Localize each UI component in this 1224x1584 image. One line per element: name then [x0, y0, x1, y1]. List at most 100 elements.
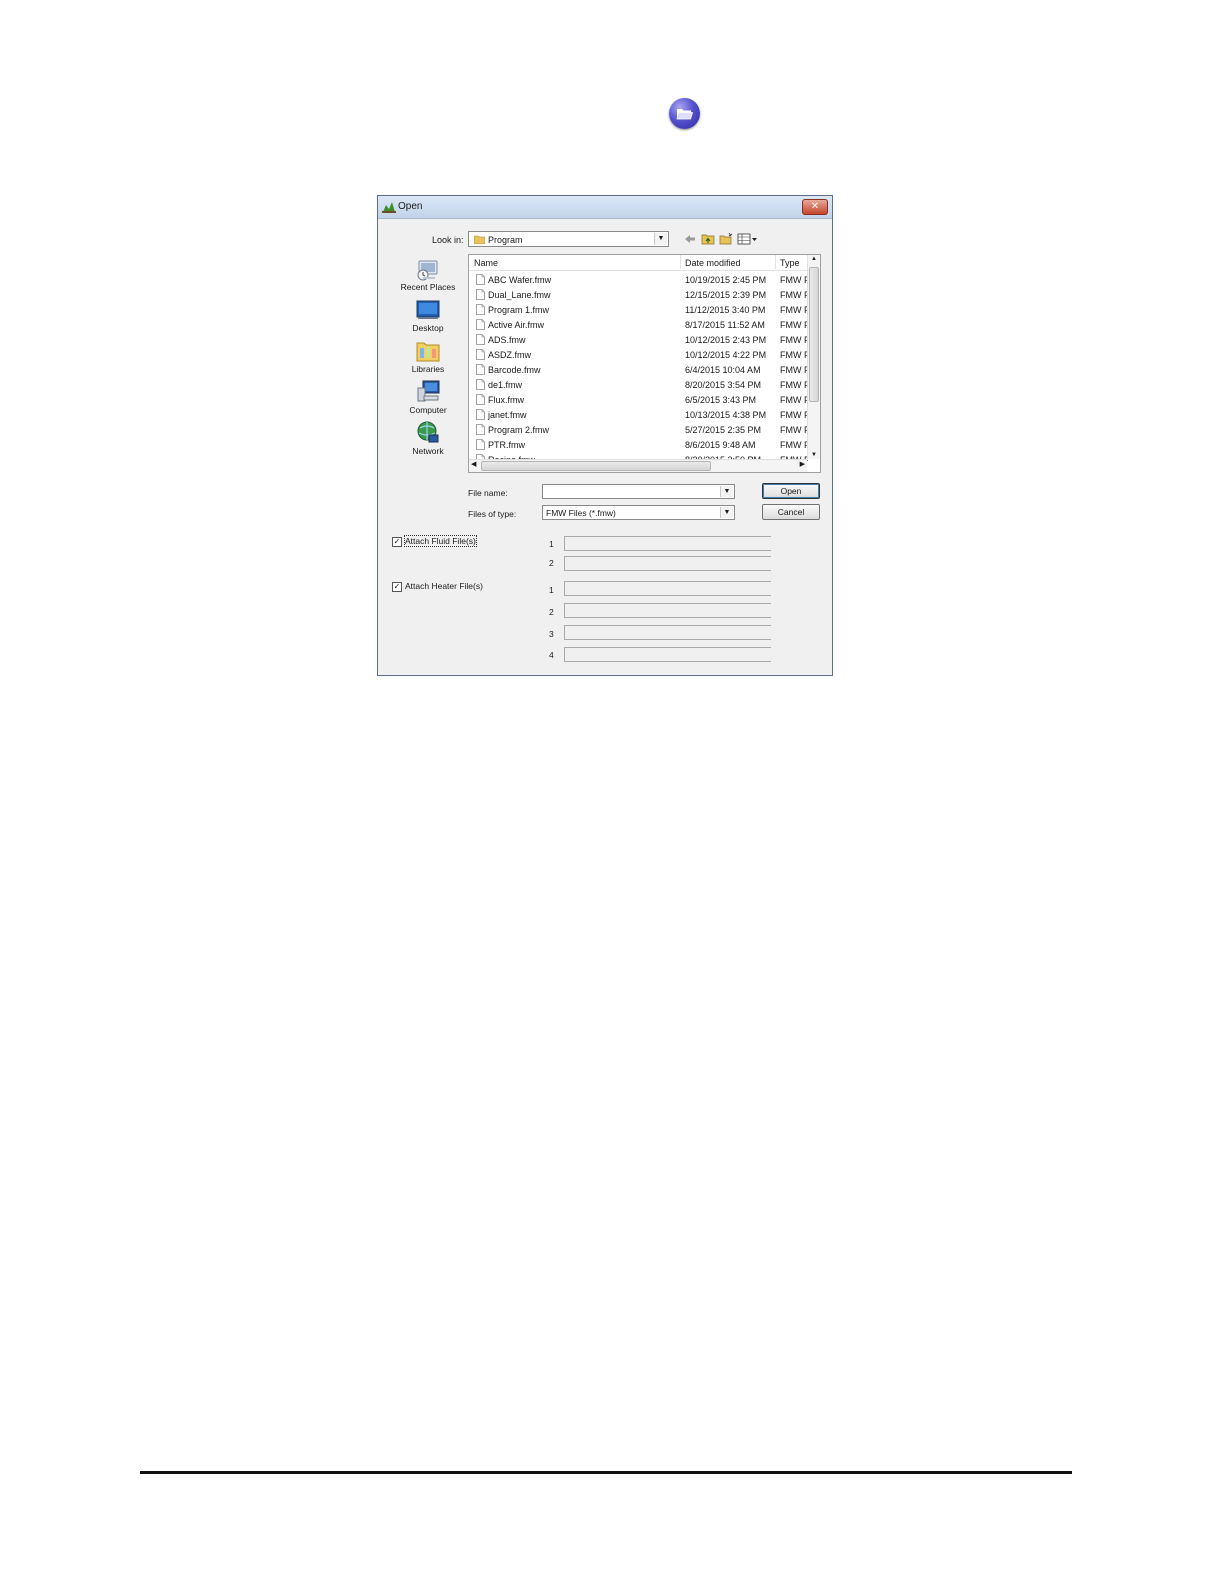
heater-file-field[interactable]: [564, 647, 771, 662]
file-row[interactable]: Active Air.fmw 8/17/2015 11:52 AM FMW F: [469, 318, 808, 333]
folder-icon: [474, 235, 485, 244]
place-computer[interactable]: Computer: [394, 379, 462, 420]
scroll-right-icon[interactable]: ▶: [800, 460, 805, 468]
vertical-scroll-thumb[interactable]: [809, 267, 819, 402]
file-row[interactable]: ABC Wafer.fmw 10/19/2015 2:45 PM FMW F: [469, 273, 808, 288]
file-icon: [476, 424, 485, 435]
file-icon: [476, 349, 485, 360]
checkbox-box[interactable]: ✓: [392, 582, 402, 592]
chevron-down-icon[interactable]: ▼: [654, 233, 667, 245]
file-row[interactable]: ASDZ.fmw 10/12/2015 4:22 PM FMW F: [469, 348, 808, 363]
file-date: 8/17/2015 11:52 AM: [685, 320, 765, 330]
attach-fluid-label[interactable]: Attach Fluid File(s): [404, 535, 477, 547]
scroll-left-icon[interactable]: ◀: [471, 460, 476, 468]
file-type: FMW F: [780, 320, 808, 330]
horizontal-scrollbar[interactable]: ◀ ▶: [469, 459, 807, 472]
file-name-input[interactable]: ▼: [542, 484, 735, 499]
file-date: 10/12/2015 2:43 PM: [685, 335, 767, 345]
file-row[interactable]: Program 1.fmw 11/12/2015 3:40 PM FMW F: [469, 303, 808, 318]
heater-file-field[interactable]: [564, 581, 771, 596]
back-icon[interactable]: [684, 233, 696, 245]
attach-heater-label[interactable]: Attach Heater File(s): [405, 581, 483, 591]
column-header-date[interactable]: Date modified: [685, 258, 741, 268]
horizontal-scroll-thumb[interactable]: [481, 461, 711, 471]
file-type-dropdown[interactable]: FMW Files (*.fmw) ▼: [542, 505, 735, 520]
file-name: PTR.fmw: [488, 440, 525, 450]
file-name: Barcode.fmw: [488, 365, 541, 375]
heater-slot-number: 4: [549, 650, 554, 660]
file-type: FMW F: [780, 350, 808, 360]
look-in-label: Look in:: [432, 235, 464, 245]
close-button[interactable]: ✕: [802, 199, 828, 215]
file-icon: [476, 289, 485, 300]
open-program-icon: [669, 98, 700, 129]
file-row[interactable]: de1.fmw 8/20/2015 3:54 PM FMW F: [469, 378, 808, 393]
up-folder-icon[interactable]: [701, 233, 715, 245]
vertical-scrollbar[interactable]: ▲ ▼: [807, 255, 820, 459]
file-type: FMW F: [780, 275, 808, 285]
dialog-title: Open: [398, 201, 423, 212]
place-label: Desktop: [412, 323, 444, 333]
file-date: 12/15/2015 2:39 PM: [685, 290, 767, 300]
look-in-dropdown[interactable]: Program ▼: [468, 231, 669, 247]
fluid-file-field[interactable]: [564, 556, 771, 571]
fluid-slot-number: 1: [549, 539, 554, 549]
file-row[interactable]: Program 2.fmw 5/27/2015 2:35 PM FMW F: [469, 423, 808, 438]
file-row[interactable]: ADS.fmw 10/12/2015 2:43 PM FMW F: [469, 333, 808, 348]
file-name: Flux.fmw: [488, 395, 524, 405]
file-row[interactable]: Dual_Lane.fmw 12/15/2015 2:39 PM FMW F: [469, 288, 808, 303]
heater-file-field[interactable]: [564, 625, 771, 640]
file-icon: [476, 274, 485, 285]
heater-file-field[interactable]: [564, 603, 771, 618]
column-header-type[interactable]: Type: [780, 258, 800, 268]
file-icon: [476, 304, 485, 315]
scroll-down-icon[interactable]: ▼: [808, 452, 820, 458]
file-name: ASDZ.fmw: [488, 350, 532, 360]
file-type: FMW F: [780, 440, 808, 450]
fluid-file-field[interactable]: [564, 536, 771, 551]
place-libraries[interactable]: Libraries: [394, 338, 462, 379]
file-row[interactable]: PTR.fmw 8/6/2015 9:48 AM FMW F: [469, 438, 808, 453]
file-row[interactable]: janet.fmw 10/13/2015 4:38 PM FMW F: [469, 408, 808, 423]
view-menu-icon[interactable]: [737, 233, 758, 245]
place-network[interactable]: Network: [394, 420, 462, 461]
libraries-icon: [416, 342, 440, 362]
chevron-down-icon[interactable]: ▼: [720, 486, 733, 497]
checkbox-box[interactable]: ✓: [392, 537, 402, 547]
computer-icon: [417, 380, 440, 402]
file-type: FMW F: [780, 395, 808, 405]
column-header-name[interactable]: Name: [474, 258, 498, 268]
file-icon: [476, 334, 485, 345]
file-name: ADS.fmw: [488, 335, 526, 345]
place-label: Network: [412, 446, 444, 456]
chevron-down-icon[interactable]: ▼: [720, 507, 733, 518]
cancel-button[interactable]: Cancel: [762, 504, 820, 520]
place-recent-places[interactable]: Recent Places: [394, 256, 462, 297]
file-name: Dual_Lane.fmw: [488, 290, 551, 300]
title-bar: Open ✕: [378, 196, 832, 219]
scroll-up-icon[interactable]: ▲: [808, 256, 820, 262]
file-date: 8/6/2015 9:48 AM: [685, 440, 756, 450]
footer-rule: [140, 1471, 1072, 1474]
file-type: FMW F: [780, 425, 808, 435]
file-type: FMW F: [780, 410, 808, 420]
file-type: FMW F: [780, 290, 808, 300]
place-label: Computer: [409, 405, 447, 415]
file-list-header: Name Date modified Type: [469, 255, 807, 271]
place-desktop[interactable]: Desktop: [394, 297, 462, 338]
file-icon: [476, 394, 485, 405]
file-type-value: FMW Files (*.fmw): [546, 508, 616, 518]
file-icon: [476, 319, 485, 330]
file-list[interactable]: Name Date modified Type ABC Wafer.fmw 10/…: [468, 254, 821, 473]
file-row[interactable]: Flux.fmw 6/5/2015 3:43 PM FMW F: [469, 393, 808, 408]
file-date: 10/12/2015 4:22 PM: [685, 350, 767, 360]
file-type: FMW F: [780, 365, 808, 375]
file-icon: [476, 409, 485, 420]
file-date: 10/19/2015 2:45 PM: [685, 275, 767, 285]
open-button[interactable]: Open: [762, 483, 820, 499]
file-date: 5/27/2015 2:35 PM: [685, 425, 762, 435]
file-icon: [476, 379, 485, 390]
file-row[interactable]: Barcode.fmw 6/4/2015 10:04 AM FMW F: [469, 363, 808, 378]
open-dialog: Open ✕ Look in: Program ▼ Recent Places …: [377, 195, 833, 676]
new-folder-icon[interactable]: [719, 233, 733, 245]
